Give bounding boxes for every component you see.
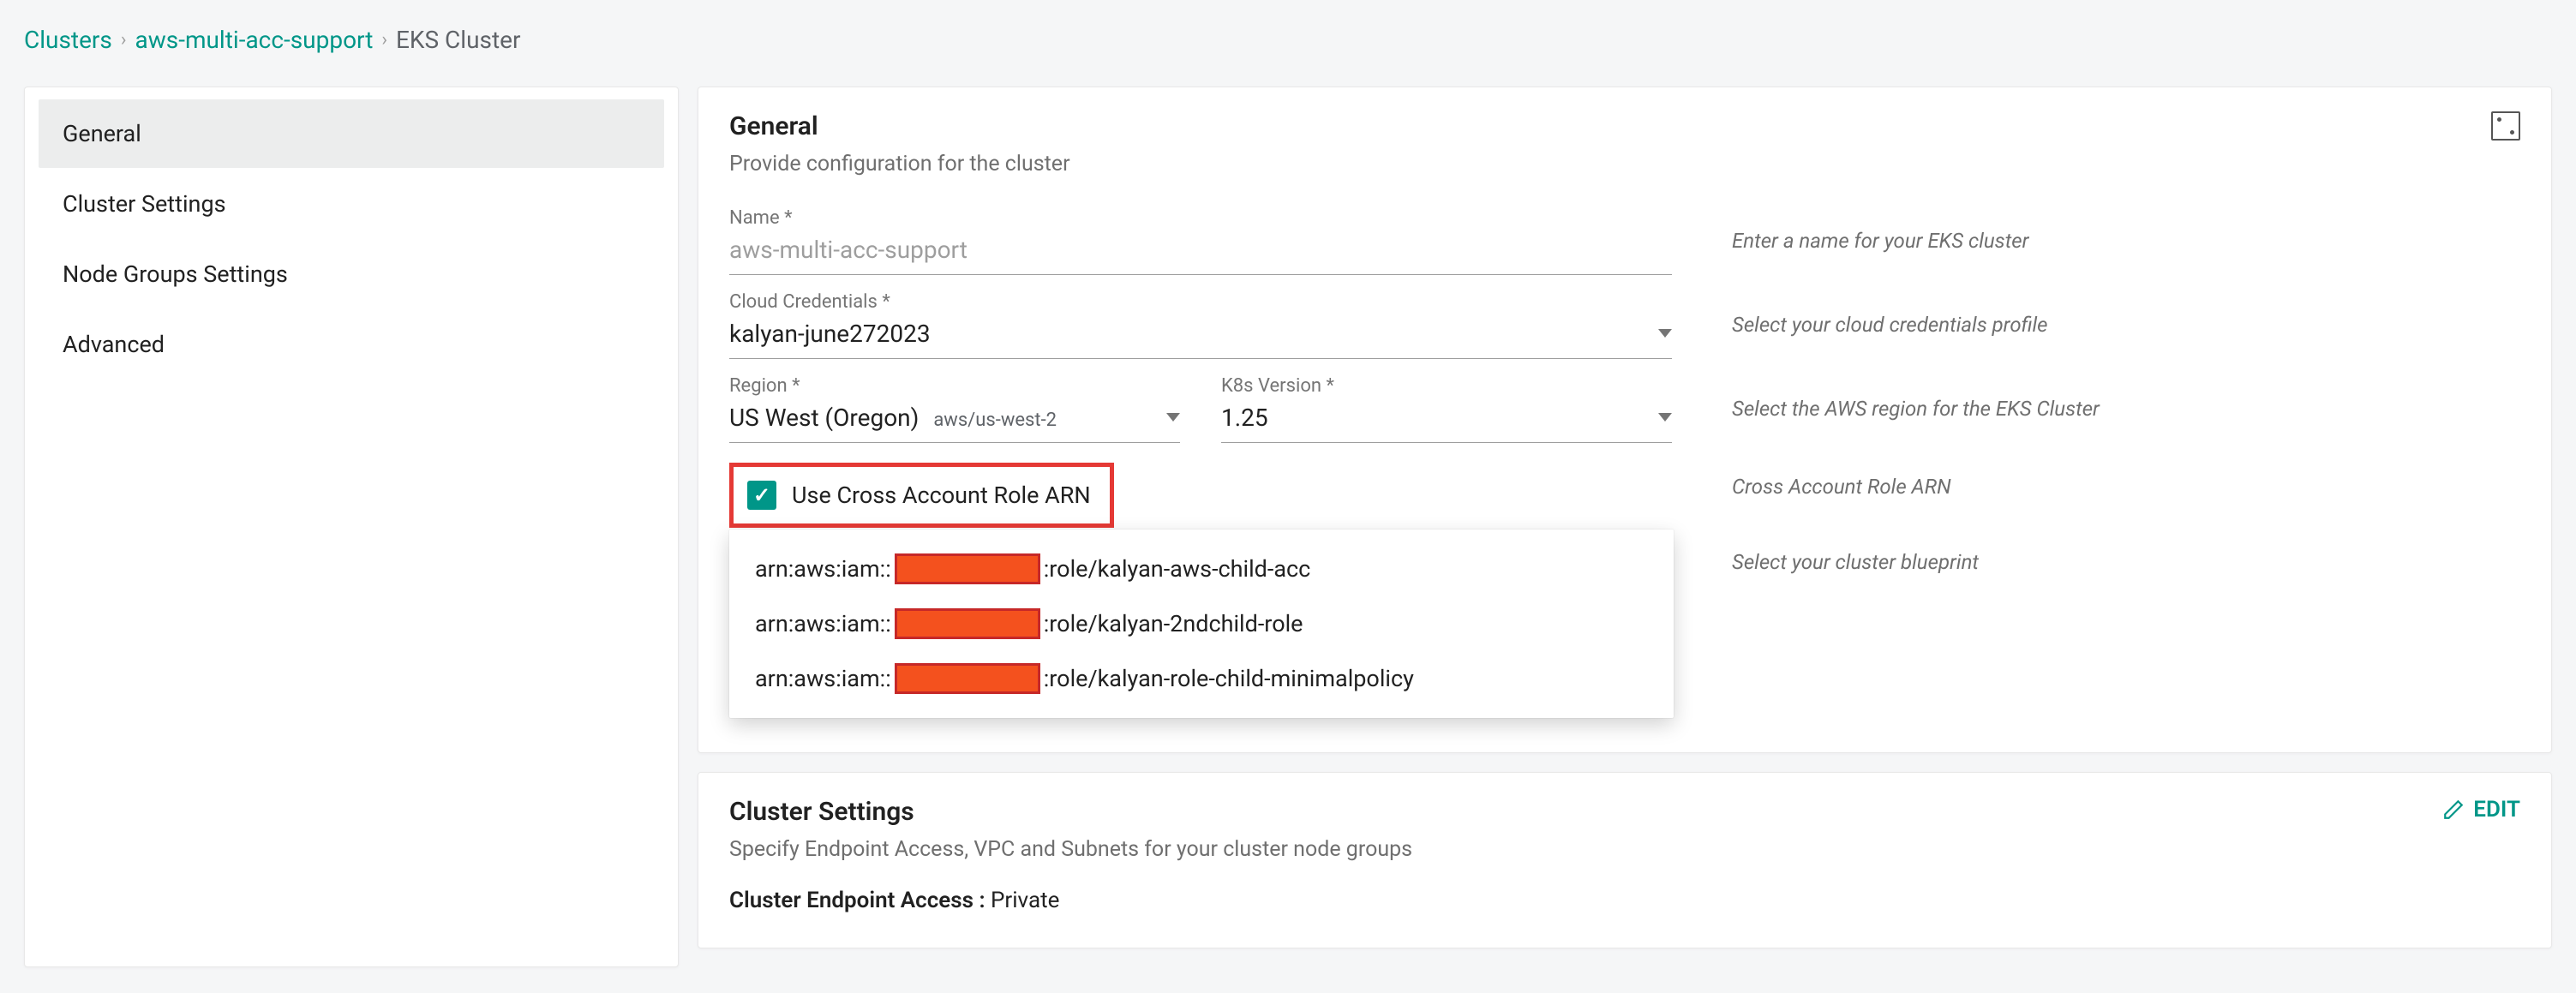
arn-suffix: :role/kalyan-2ndchild-role bbox=[1044, 610, 1303, 637]
k8s-value: 1.25 bbox=[1221, 404, 1268, 432]
chevron-down-icon bbox=[1166, 413, 1180, 422]
k8s-select[interactable]: 1.25 bbox=[1221, 400, 1672, 443]
region-label: Region * bbox=[729, 375, 1180, 397]
redacted-account-id bbox=[895, 608, 1040, 639]
card-subtitle-general: Provide configuration for the cluster bbox=[729, 152, 1070, 176]
name-input[interactable]: aws-multi-acc-support bbox=[729, 232, 1672, 275]
arn-option[interactable]: arn:aws:iam:: :role/kalyan-aws-child-acc bbox=[729, 541, 1674, 596]
cross-account-toggle[interactable]: ✓ Use Cross Account Role ARN bbox=[729, 463, 1114, 528]
name-value: aws-multi-acc-support bbox=[729, 236, 967, 264]
cred-value: kalyan-june272023 bbox=[729, 320, 931, 348]
arn-suffix: :role/kalyan-role-child-minimalpolicy bbox=[1044, 665, 1414, 692]
pencil-icon bbox=[2442, 799, 2465, 821]
breadcrumb: Clusters › aws-multi-acc-support › EKS C… bbox=[24, 26, 2552, 54]
cred-select[interactable]: kalyan-june272023 bbox=[729, 316, 1672, 359]
arn-prefix: arn:aws:iam:: bbox=[755, 555, 891, 583]
card-title-general: General bbox=[729, 111, 1070, 141]
name-hint: Enter a name for your EKS cluster bbox=[1732, 229, 2520, 253]
breadcrumb-sep: › bbox=[381, 29, 387, 51]
name-label: Name * bbox=[729, 207, 1672, 229]
breadcrumb-mid[interactable]: aws-multi-acc-support bbox=[135, 26, 373, 54]
arn-hint: Cross Account Role ARN bbox=[1732, 475, 2520, 499]
sidebar-item-cluster-settings[interactable]: Cluster Settings bbox=[39, 170, 664, 238]
edit-button[interactable]: EDIT bbox=[2442, 797, 2520, 823]
region-hint: Select the AWS region for the EKS Cluste… bbox=[1732, 397, 2520, 421]
card-title-cluster-settings: Cluster Settings bbox=[729, 797, 1412, 827]
card-subtitle-cluster-settings: Specify Endpoint Access, VPC and Subnets… bbox=[729, 837, 1412, 862]
arn-prefix: arn:aws:iam:: bbox=[755, 665, 891, 692]
cred-label: Cloud Credentials * bbox=[729, 291, 1672, 313]
sidebar-item-general[interactable]: General bbox=[39, 99, 664, 168]
sidebar: General Cluster Settings Node Groups Set… bbox=[24, 87, 679, 967]
breadcrumb-root[interactable]: Clusters bbox=[24, 26, 112, 54]
endpoint-label: Cluster Endpoint Access : bbox=[729, 888, 985, 913]
region-value: US West (Oregon) bbox=[729, 404, 919, 432]
region-select[interactable]: US West (Oregon) aws/us-west-2 bbox=[729, 400, 1180, 443]
sidebar-item-node-groups[interactable]: Node Groups Settings bbox=[39, 240, 664, 308]
endpoint-value: Private bbox=[991, 888, 1059, 913]
breadcrumb-current: EKS Cluster bbox=[396, 26, 520, 54]
breadcrumb-sep: › bbox=[121, 29, 127, 51]
edit-label: EDIT bbox=[2473, 797, 2520, 823]
card-general: General Provide configuration for the cl… bbox=[698, 87, 2552, 753]
endpoint-access: Cluster Endpoint Access : Private bbox=[729, 888, 2520, 913]
cred-hint: Select your cloud credentials profile bbox=[1732, 313, 2520, 337]
chevron-down-icon bbox=[1658, 329, 1672, 338]
redacted-account-id bbox=[895, 553, 1040, 584]
region-code: aws/us-west-2 bbox=[933, 410, 1057, 431]
redacted-account-id bbox=[895, 663, 1040, 694]
cross-account-label: Use Cross Account Role ARN bbox=[792, 482, 1091, 509]
checkbox-checked-icon: ✓ bbox=[747, 481, 776, 510]
sidebar-item-advanced[interactable]: Advanced bbox=[39, 310, 664, 379]
arn-prefix: arn:aws:iam:: bbox=[755, 610, 891, 637]
blueprint-hint: Select your cluster blueprint bbox=[1732, 550, 2520, 574]
arn-suffix: :role/kalyan-aws-child-acc bbox=[1044, 555, 1311, 583]
role-arn-dropdown: arn:aws:iam:: :role/kalyan-aws-child-acc… bbox=[729, 529, 1674, 718]
card-cluster-settings: Cluster Settings Specify Endpoint Access… bbox=[698, 772, 2552, 948]
expand-icon[interactable] bbox=[2491, 111, 2520, 141]
k8s-label: K8s Version * bbox=[1221, 375, 1672, 397]
chevron-down-icon bbox=[1658, 413, 1672, 422]
arn-option[interactable]: arn:aws:iam:: :role/kalyan-2ndchild-role bbox=[729, 596, 1674, 651]
arn-option[interactable]: arn:aws:iam:: :role/kalyan-role-child-mi… bbox=[729, 651, 1674, 706]
